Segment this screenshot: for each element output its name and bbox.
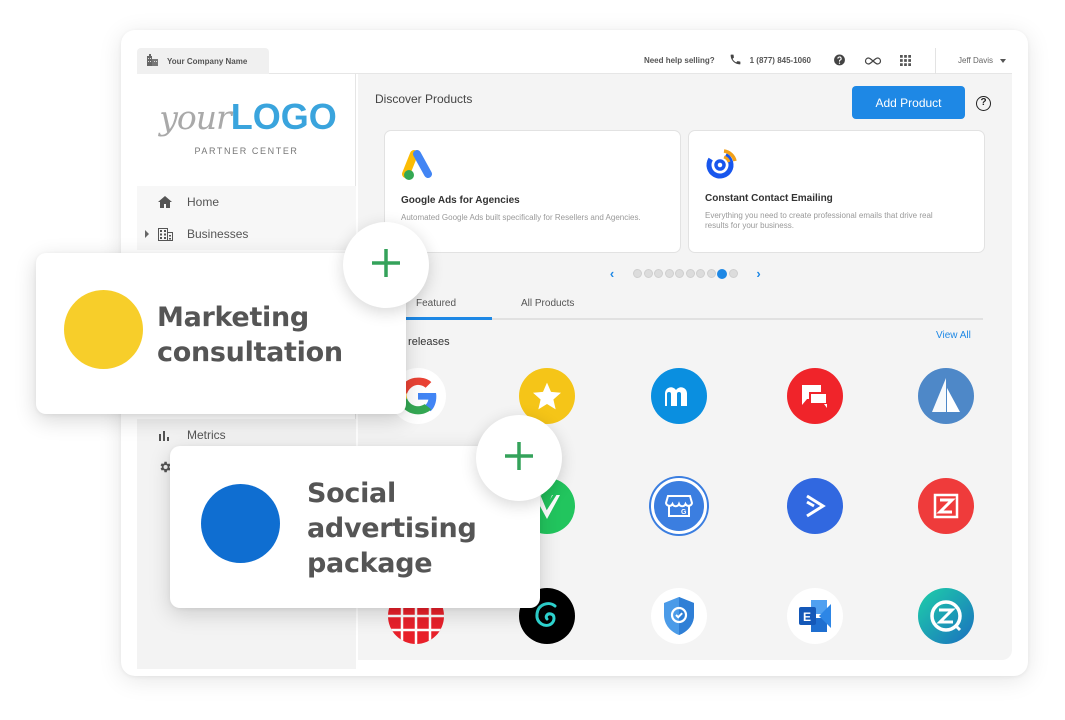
phone-number: 1 (877) 845-1060 xyxy=(749,56,812,65)
product-tabs: Featured All Products xyxy=(383,286,983,320)
service-title-line: package xyxy=(307,548,433,579)
help-bubble-icon[interactable] xyxy=(833,54,846,67)
plus-icon xyxy=(502,439,536,478)
product-card-google-ads[interactable]: Google Ads for Agencies Automated Google… xyxy=(384,130,681,253)
carousel-dot[interactable] xyxy=(728,268,738,278)
service-title: Social advertising package xyxy=(307,476,477,581)
carousel-dot[interactable] xyxy=(654,268,663,278)
view-all-link[interactable]: View All xyxy=(936,330,971,341)
chevron-left-icon[interactable]: ‹ xyxy=(605,266,619,281)
partner-center-label: PARTNER CENTER xyxy=(194,146,299,156)
card-title: Google Ads for Agencies xyxy=(401,195,520,206)
company-tab[interactable]: Your Company Name xyxy=(137,48,269,74)
carousel-dot[interactable] xyxy=(633,268,642,278)
shield-check-icon[interactable] xyxy=(651,588,707,644)
service-title: Marketing consultation xyxy=(157,300,343,370)
plus-icon xyxy=(369,246,403,285)
chevron-right-icon[interactable]: › xyxy=(752,266,766,281)
logo-word: LOGO xyxy=(230,96,337,137)
service-title-line: consultation xyxy=(157,337,343,368)
user-name: Jeff Davis xyxy=(958,56,993,65)
sail-icon[interactable] xyxy=(918,368,974,424)
home-icon xyxy=(157,196,173,208)
phone-icon xyxy=(729,53,742,68)
bar-chart-icon xyxy=(157,430,173,441)
user-menu[interactable]: Jeff Davis xyxy=(958,56,1006,65)
company-name: Your Company Name xyxy=(167,56,248,66)
google-ads-icon xyxy=(401,149,435,183)
building-icon xyxy=(157,227,173,241)
carousel-dot[interactable] xyxy=(706,268,716,278)
z-chat-icon[interactable] xyxy=(918,588,974,644)
building-icon xyxy=(146,54,159,68)
z-square-icon[interactable] xyxy=(918,478,974,534)
carousel-pagination: ‹ › xyxy=(605,266,766,281)
m-brand-icon[interactable] xyxy=(651,368,707,424)
product-card-constant-contact[interactable]: Constant Contact Emailing Everything you… xyxy=(688,130,985,253)
divider xyxy=(935,47,937,74)
status-dot-yellow xyxy=(64,290,143,369)
service-title-line: Social xyxy=(307,478,396,509)
add-marketing-consultation-button[interactable] xyxy=(343,222,429,308)
company-logo[interactable]: yourLOGO xyxy=(153,96,343,138)
activecampaign-arrow-icon[interactable] xyxy=(787,478,843,534)
infinity-icon[interactable] xyxy=(864,56,882,66)
google-business-store-icon[interactable]: G xyxy=(651,478,707,534)
svg-text:G: G xyxy=(681,509,687,516)
sidebar-item-label: Businesses xyxy=(187,227,249,241)
add-social-advertising-button[interactable] xyxy=(476,415,562,501)
tab-featured[interactable]: Featured xyxy=(416,298,456,309)
card-title: Constant Contact Emailing xyxy=(705,193,833,204)
sidebar-item-home[interactable]: Home xyxy=(137,186,356,218)
carousel-dots xyxy=(633,268,738,279)
status-dot-blue xyxy=(201,484,280,563)
page-title: Discover Products xyxy=(375,92,473,106)
exchange-icon[interactable]: E xyxy=(787,588,843,644)
logo-your: your xyxy=(159,98,232,137)
card-description: Everything you need to create profession… xyxy=(705,211,933,230)
expand-caret-icon[interactable] xyxy=(145,230,149,238)
card-description: Automated Google Ads built specifically … xyxy=(401,213,641,222)
service-title-line: advertising xyxy=(307,513,477,544)
top-bar: Your Company Name Need help selling? 1 (… xyxy=(137,47,1012,74)
carousel-dot[interactable] xyxy=(685,268,695,278)
sidebar-item-label: Home xyxy=(187,195,220,209)
carousel-dot-active[interactable] xyxy=(717,268,727,279)
help-selling-text: Need help selling? xyxy=(643,56,715,65)
tab-all-products[interactable]: All Products xyxy=(521,298,574,309)
carousel-dot[interactable] xyxy=(643,268,653,278)
svg-text:E: E xyxy=(803,610,811,624)
sidebar-item-businesses[interactable]: Businesses xyxy=(137,218,356,250)
caret-down-icon xyxy=(1000,58,1006,63)
carousel-dot[interactable] xyxy=(675,268,684,278)
service-title-line: Marketing xyxy=(157,302,309,333)
sidebar-nav: Home Businesses xyxy=(137,186,356,250)
constant-contact-icon xyxy=(705,147,739,181)
carousel-dot[interactable] xyxy=(664,268,674,278)
apps-grid-icon[interactable] xyxy=(900,55,912,66)
help-icon[interactable]: ? xyxy=(976,96,991,111)
carousel-dot[interactable] xyxy=(696,268,705,278)
sidebar-item-label: Metrics xyxy=(187,428,226,442)
add-product-button[interactable]: Add Product xyxy=(852,86,965,119)
chat-bubbles-icon[interactable] xyxy=(787,368,843,424)
phone-link[interactable]: 1 (877) 845-1060 xyxy=(729,53,811,68)
